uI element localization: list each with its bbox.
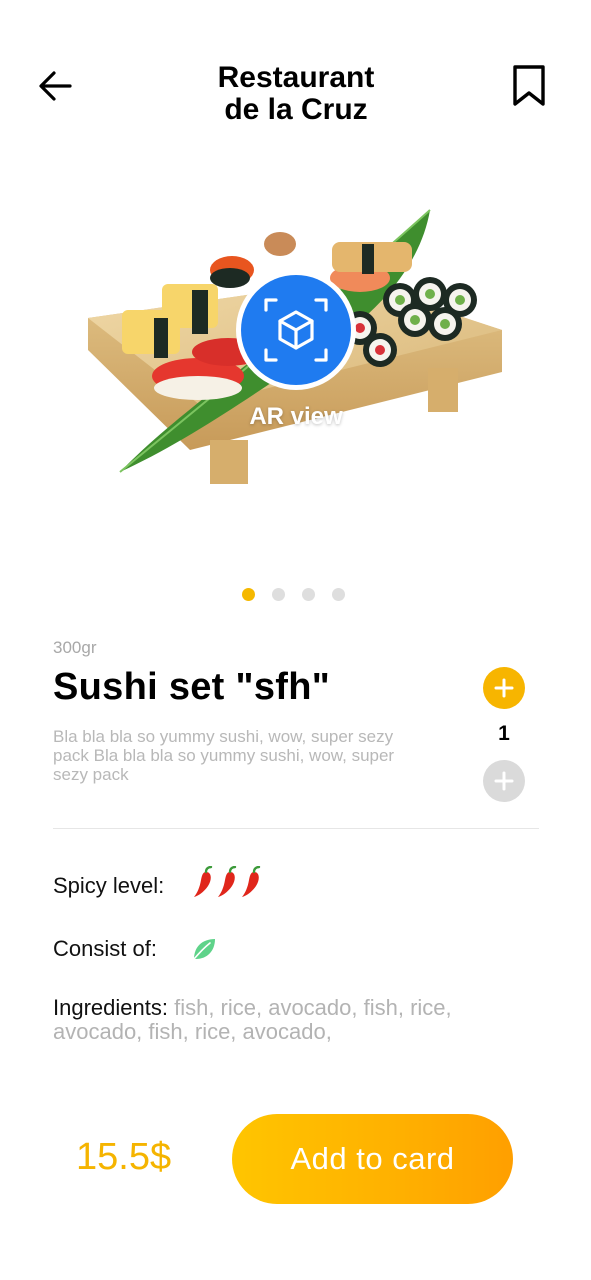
arrow-left-icon <box>39 71 72 101</box>
quantity-value: 1 <box>498 722 510 745</box>
price: 15.5$ <box>76 1136 172 1178</box>
bookmark-button[interactable] <box>508 62 550 110</box>
chili-pepper-icon <box>242 866 261 897</box>
ingredients-label: Ingredients: <box>53 995 168 1020</box>
carousel-dots <box>242 588 345 602</box>
bookmark-icon <box>513 65 545 106</box>
increase-quantity-button[interactable] <box>483 667 525 709</box>
chili-pepper-icon <box>218 866 237 897</box>
cube-scan-icon <box>236 270 356 390</box>
ar-view-label: AR view <box>249 403 343 430</box>
title-line-1: Restaurant <box>217 61 375 94</box>
consist-of-label: Consist of: <box>53 936 157 961</box>
spicy-level-label: Spicy level: <box>53 873 165 898</box>
spicy-level-indicator <box>192 866 264 900</box>
ar-view-button[interactable] <box>234 268 358 392</box>
carousel-dot-4[interactable] <box>332 588 345 601</box>
carousel-dot-1[interactable] <box>242 588 255 601</box>
plus-icon <box>494 771 514 791</box>
product-description: Bla bla bla so yummy sushi, wow, super s… <box>53 727 395 784</box>
product-weight: 300gr <box>53 638 97 657</box>
plus-icon <box>494 678 514 698</box>
carousel-dot-3[interactable] <box>302 588 315 601</box>
restaurant-title: Restaurant de la Cruz <box>150 62 442 126</box>
leaf-icon <box>193 939 215 960</box>
title-line-2: de la Cruz <box>224 93 368 126</box>
divider <box>53 828 539 829</box>
back-button[interactable] <box>36 64 76 108</box>
product-name: Sushi set "sfh" <box>53 666 331 708</box>
chili-pepper-icon <box>194 866 213 897</box>
add-to-cart-button[interactable]: Add to card <box>232 1114 513 1204</box>
carousel-dot-2[interactable] <box>272 588 285 601</box>
decrease-quantity-button[interactable] <box>483 760 525 802</box>
ingredients: Ingredients: fish, rice, avocado, fish, … <box>53 996 513 1044</box>
